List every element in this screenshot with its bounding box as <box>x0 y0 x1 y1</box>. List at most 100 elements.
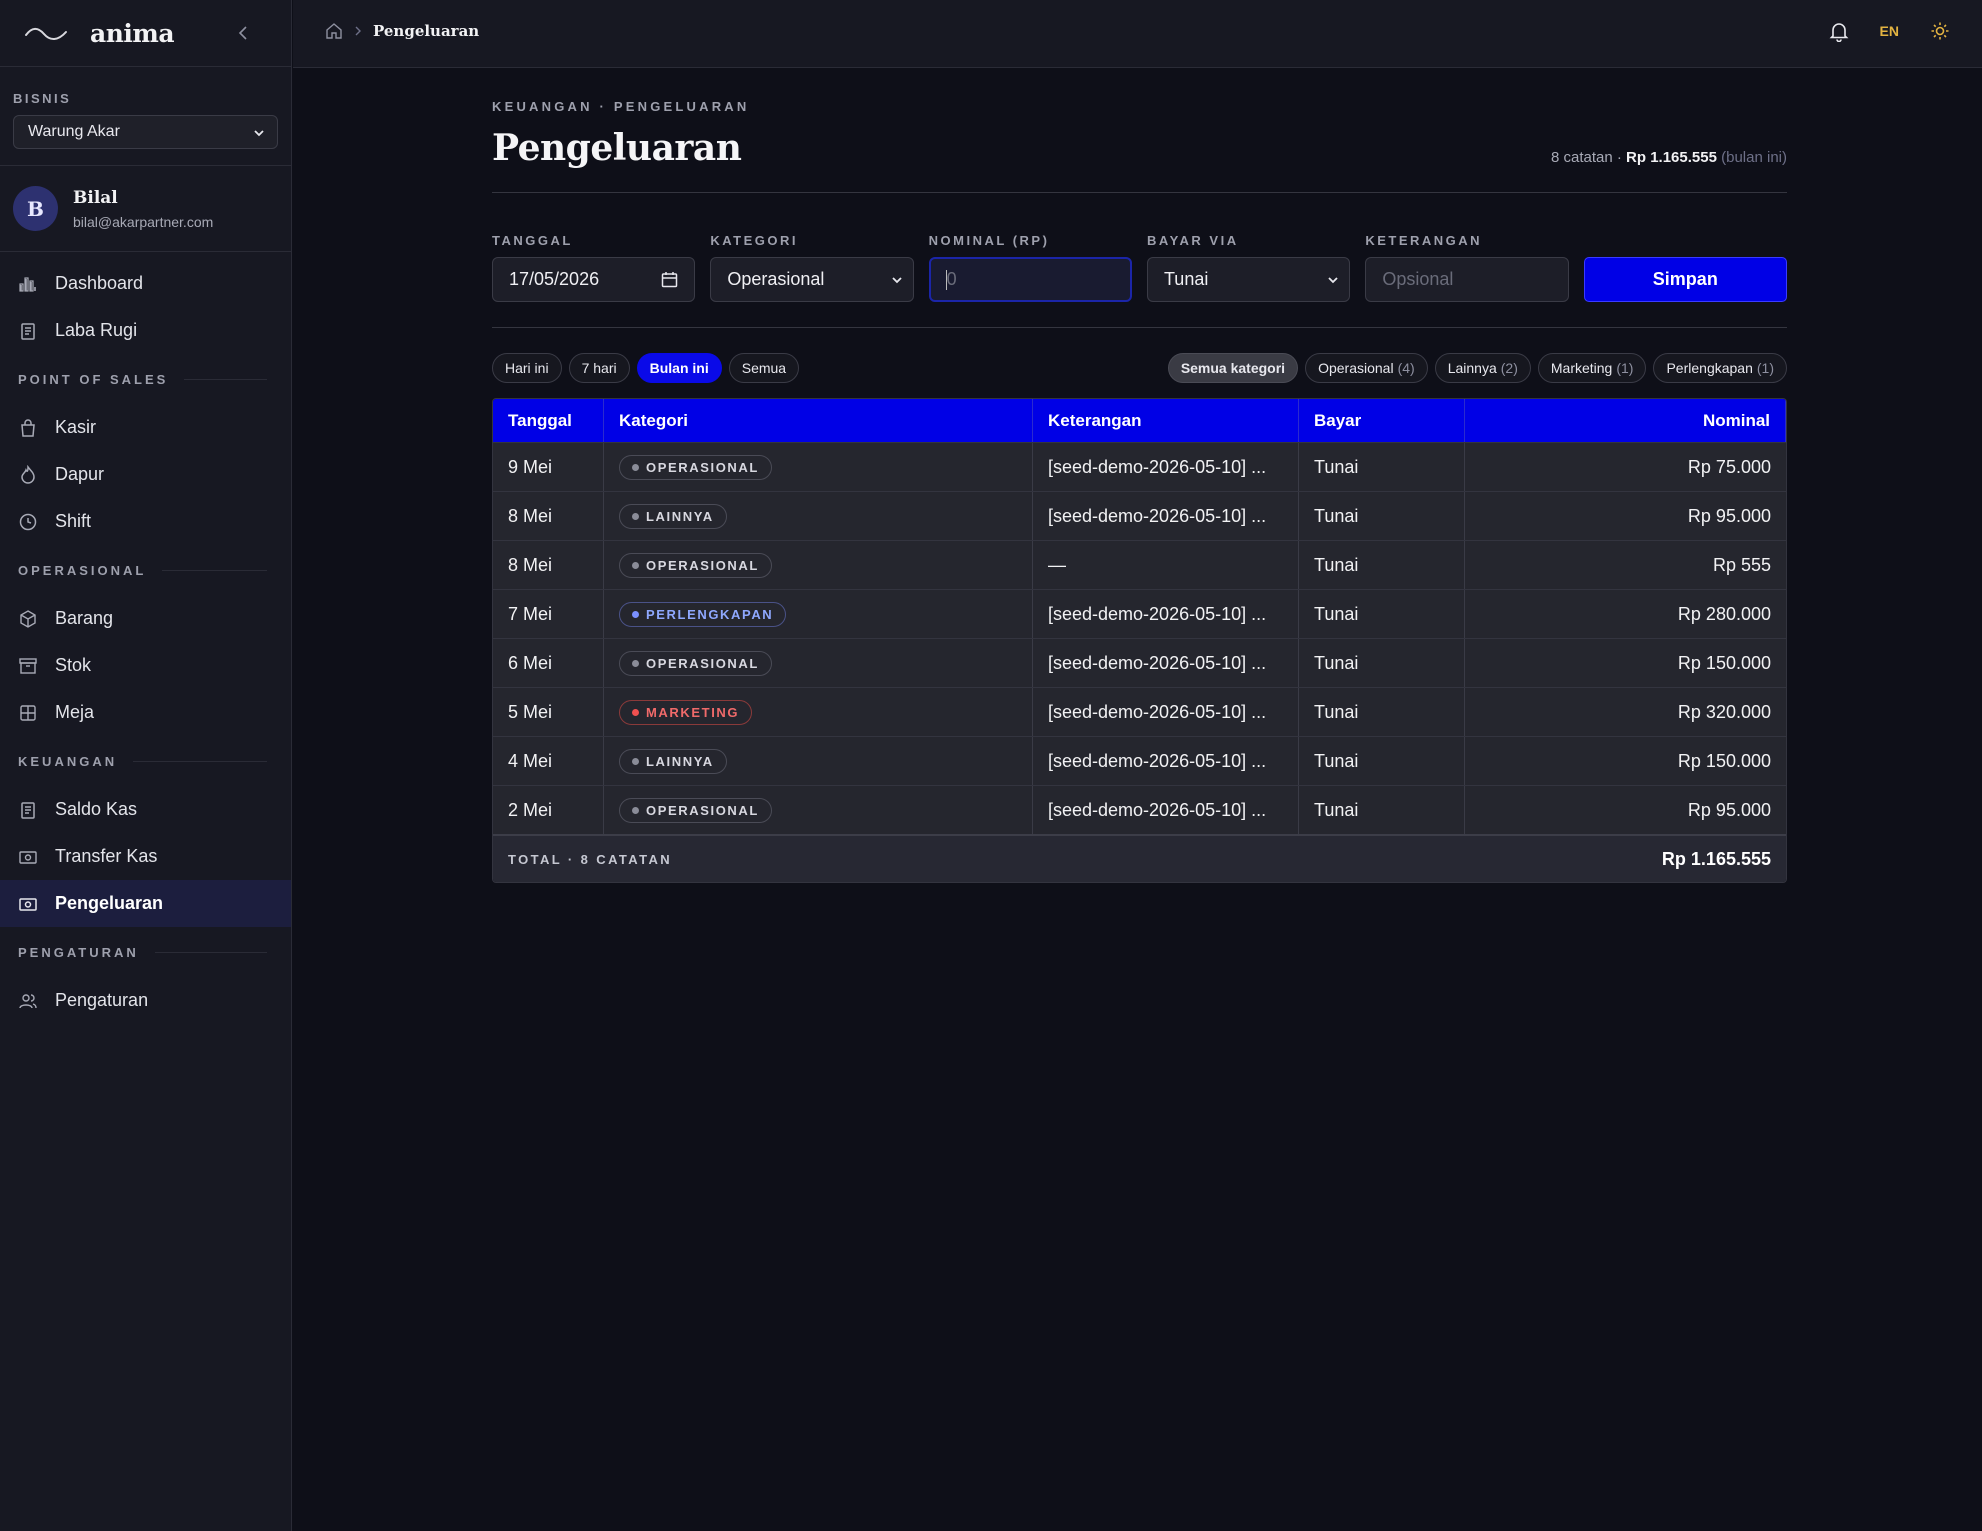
sidebar-item-label: Stok <box>55 655 92 675</box>
category-badge: MARKETING <box>619 699 753 725</box>
sidebar-item-stok[interactable]: Stok <box>0 642 291 689</box>
cell-date: 8 Mei <box>493 541 604 589</box>
date-label: TANGGAL <box>492 233 573 248</box>
filter-today[interactable]: Hari ini <box>492 353 562 383</box>
page-eyebrow: KEUANGAN · PENGELUARAN <box>492 99 750 114</box>
table-row[interactable]: 6 Mei OPERASIONAL [seed-demo-2026-05-10]… <box>493 638 1786 687</box>
sidebar-item-shift[interactable]: Shift <box>0 498 291 545</box>
filter-count: (1) <box>1616 360 1634 376</box>
summary-period: (bulan ini) <box>1721 149 1787 166</box>
table-row[interactable]: 5 Mei MARKETING [seed-demo-2026-05-10] .… <box>493 687 1786 736</box>
filter-lainnya[interactable]: Lainnya (2) <box>1434 353 1531 383</box>
filter-7-days[interactable]: 7 hari <box>568 353 630 383</box>
wave-logo-icon <box>25 27 67 40</box>
sidebar-item-kasir[interactable]: Kasir <box>0 404 291 451</box>
sidebar-item-label: Dapur <box>55 464 105 484</box>
cell-payment: Tunai <box>1299 737 1465 785</box>
filter-count: (2) <box>1500 360 1518 376</box>
filter-operasional[interactable]: Operasional (4) <box>1305 353 1428 383</box>
date-value: 17/05/2026 <box>509 269 600 289</box>
category-value: Operasional <box>727 269 825 289</box>
cell-amount: Rp 95.000 <box>1687 505 1771 526</box>
filter-marketing[interactable]: Marketing (1) <box>1537 353 1647 383</box>
sidebar-item-label: Laba Rugi <box>55 320 138 340</box>
filter-this-month[interactable]: Bulan ini <box>636 353 722 383</box>
filter-all-categories[interactable]: Semua kategori <box>1167 353 1299 383</box>
cell-amount: Rp 280.000 <box>1677 603 1771 624</box>
divider <box>492 327 1787 328</box>
filter-all[interactable]: Semua <box>728 353 800 383</box>
category-select[interactable]: Operasional <box>710 257 914 302</box>
column-header-category[interactable]: Kategori <box>604 399 1033 442</box>
pay-via-select[interactable]: Tunai <box>1146 257 1351 302</box>
language-toggle[interactable]: EN <box>1880 23 1899 39</box>
business-select[interactable]: Warung Akar <box>13 115 278 149</box>
save-button[interactable]: Simpan <box>1583 257 1787 302</box>
cell-date: 6 Mei <box>493 639 604 687</box>
cell-note: [seed-demo-2026-05-10] ... <box>1033 688 1299 736</box>
sidebar: anima BISNIS Warung Akar B Bilal bilal@a… <box>0 0 292 1531</box>
filter-count: (4) <box>1397 360 1415 376</box>
summary-count: 8 catatan · <box>1551 149 1627 166</box>
table-row[interactable]: 9 Mei OPERASIONAL [seed-demo-2026-05-10]… <box>493 442 1786 491</box>
sidebar-item-meja[interactable]: Meja <box>0 689 291 736</box>
calendar-icon[interactable] <box>661 271 678 288</box>
column-header-payment[interactable]: Bayar <box>1299 399 1465 442</box>
flame-icon <box>21 464 35 484</box>
section-point-of-sales: POINT OF SALES <box>0 354 291 404</box>
user-card[interactable]: B Bilal bilal@akarpartner.com <box>0 166 291 252</box>
user-name: Bilal <box>73 187 118 208</box>
sun-icon[interactable] <box>1930 21 1950 41</box>
cell-date: 4 Mei <box>493 737 604 785</box>
sidebar-item-dashboard[interactable]: Dashboard <box>0 260 291 307</box>
sidebar-item-laba-rugi[interactable]: Laba Rugi <box>0 307 291 354</box>
filter-count: (1) <box>1756 360 1774 376</box>
column-header-note[interactable]: Keterangan <box>1033 399 1299 442</box>
table-row[interactable]: 8 Mei LAINNYA [seed-demo-2026-05-10] ...… <box>493 491 1786 540</box>
column-header-amount[interactable]: Nominal <box>1465 399 1786 442</box>
cell-date: 8 Mei <box>493 492 604 540</box>
expense-form: TANGGAL 17/05/2026 KATEGORI Operasional … <box>492 233 1787 302</box>
sidebar-item-label: Meja <box>55 702 95 722</box>
cell-payment: Tunai <box>1299 688 1465 736</box>
sidebar-item-label: Saldo Kas <box>55 799 138 819</box>
cell-amount: Rp 95.000 <box>1687 799 1771 820</box>
sidebar-item-label: Kasir <box>55 417 97 437</box>
cell-payment: Tunai <box>1299 786 1465 834</box>
date-input[interactable]: 17/05/2026 <box>492 257 696 302</box>
home-icon[interactable] <box>325 22 343 40</box>
category-label: KATEGORI <box>710 233 798 248</box>
table-row[interactable]: 4 Mei LAINNYA [seed-demo-2026-05-10] ...… <box>493 736 1786 785</box>
filter-perlengkapan[interactable]: Perlengkapan (1) <box>1653 353 1787 383</box>
bar-chart-icon <box>19 276 36 292</box>
period-filters: Hari ini 7 hari Bulan ini Semua <box>492 353 800 383</box>
cell-date: 5 Mei <box>493 688 604 736</box>
note-input[interactable]: Opsional <box>1365 257 1569 302</box>
column-header-date[interactable]: Tanggal <box>493 399 604 442</box>
sidebar-item-pengaturan[interactable]: Pengaturan <box>0 977 291 1024</box>
expenses-table: Tanggal Kategori Keterangan Bayar Nomina… <box>492 398 1787 883</box>
cell-amount: Rp 150.000 <box>1677 750 1771 771</box>
grid-icon <box>20 704 36 721</box>
bell-icon[interactable] <box>1829 20 1849 42</box>
table-row[interactable]: 8 Mei OPERASIONAL — Tunai Rp 555 <box>493 540 1786 589</box>
chevron-down-icon <box>892 277 902 284</box>
sidebar-item-transfer-kas[interactable]: Transfer Kas <box>0 833 291 880</box>
sidebar-item-pengeluaran[interactable]: Pengeluaran <box>0 880 291 927</box>
note-placeholder: Opsional <box>1382 269 1454 289</box>
table-header: Tanggal Kategori Keterangan Bayar Nomina… <box>493 399 1786 442</box>
sidebar-item-dapur[interactable]: Dapur <box>0 451 291 498</box>
chevron-left-icon[interactable] <box>235 24 253 42</box>
category-badge: PERLENGKAPAN <box>619 601 787 627</box>
cell-payment: Tunai <box>1299 443 1465 491</box>
cell-date: 9 Mei <box>493 443 604 491</box>
table-row[interactable]: 2 Mei OPERASIONAL [seed-demo-2026-05-10]… <box>493 785 1786 834</box>
sidebar-item-saldo-kas[interactable]: Saldo Kas <box>0 786 291 833</box>
cell-payment: Tunai <box>1299 639 1465 687</box>
amount-input[interactable]: 0 <box>928 257 1132 302</box>
sidebar-item-barang[interactable]: Barang <box>0 595 291 642</box>
pay-via-value: Tunai <box>1163 269 1209 289</box>
table-row[interactable]: 7 Mei PERLENGKAPAN [seed-demo-2026-05-10… <box>493 589 1786 638</box>
pay-via-label: BAYAR VIA <box>1146 233 1239 248</box>
cell-amount: Rp 75.000 <box>1687 456 1771 477</box>
